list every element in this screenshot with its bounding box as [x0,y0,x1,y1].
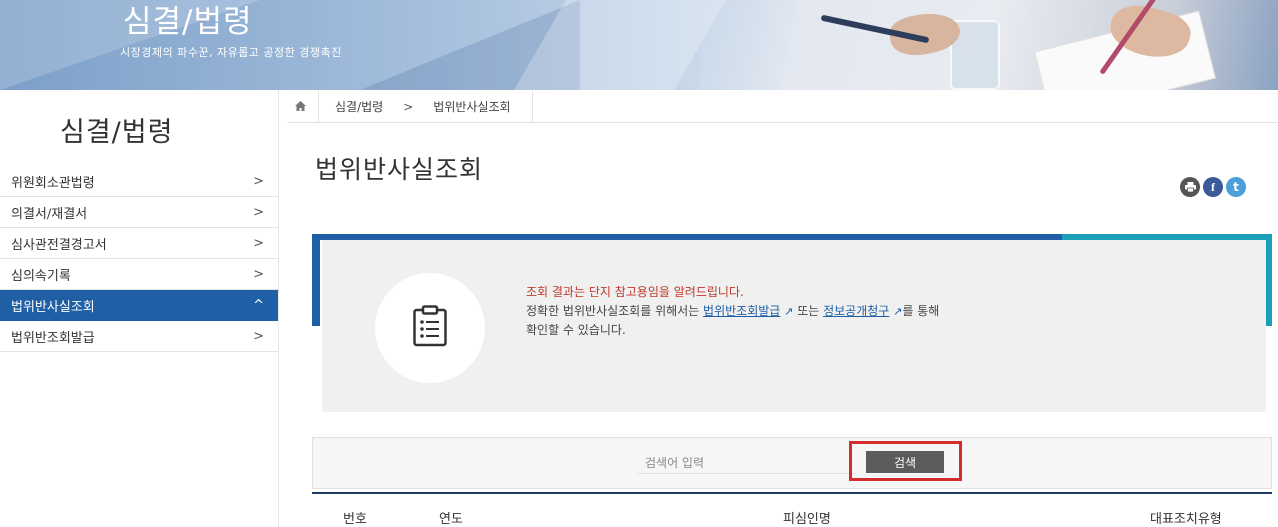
chevron-right-icon: > [253,235,264,251]
external-link-icon: ↗ [893,305,903,318]
notice-accent-bar [312,234,320,326]
breadcrumb-separator: > [403,99,414,114]
notice-text-fragment: 또는 [793,304,824,318]
breadcrumb-divider [531,90,533,123]
table-top-rule [312,492,1272,494]
breadcrumb-item[interactable]: 법위반사실조회 [417,98,526,115]
notice-instruction: 정확한 법위반사실조회를 위해서는 법위반조회발급 ↗ 또는 정보공개청구 ↗를… [526,302,939,321]
breadcrumb-item[interactable]: 심결/법령 [319,98,399,115]
print-icon[interactable] [1180,177,1200,197]
page-title: 법위반사실조회 [315,155,484,184]
sidebar-item-committee-laws[interactable]: 위원회소관법령 > [0,166,278,197]
sidebar-item-label: 심사관전결경고서 [11,237,107,253]
sidebar-divider [278,90,279,527]
sidebar-nav: 위원회소관법령 > 의결서/재결서 > 심사관전결경고서 > 심의속기록 > 법… [0,166,278,352]
violation-issuance-link[interactable]: 법위반조회발급 [703,304,780,318]
sidebar-item-label: 법위반조회발급 [11,330,95,346]
column-header-year[interactable]: 연도 [439,508,463,527]
chevron-up-icon: ^ [253,297,264,313]
external-link-icon: ↗ [784,305,794,318]
chevron-right-icon: > [253,266,264,282]
sidebar-title: 심결/법령 [60,117,174,148]
column-header-number[interactable]: 번호 [343,508,367,527]
chevron-right-icon: > [253,328,264,344]
notice-text-fragment: 정확한 법위반사실조회를 위해서는 [526,304,704,318]
search-input[interactable] [637,452,855,474]
notice-text-fragment: 를 통해 [902,304,940,318]
notice-text: 조회 결과는 단지 참고용임을 알려드립니다. 정확한 법위반사실조회를 위해서… [526,283,939,340]
twitter-icon[interactable]: t [1226,177,1246,197]
sidebar-item-label: 법위반사실조회 [11,299,95,315]
banner-subtitle: 시장경제의 파수꾼, 자유롭고 공정한 경쟁촉진 [120,46,342,59]
notice-instruction: 확인할 수 있습니다. [526,323,626,337]
sidebar-item-violation-issuance[interactable]: 법위반조회발급 > [0,321,278,352]
sidebar-item-violation-lookup[interactable]: 법위반사실조회 ^ [0,290,278,321]
chevron-right-icon: > [253,204,264,220]
notice-accent-bar [1266,234,1272,326]
column-header-action-type[interactable]: 대표조치유형 [1150,508,1222,527]
sidebar-item-label: 위원회소관법령 [11,175,95,191]
notice-icon-circle [375,273,485,383]
breadcrumb: 심결/법령 > 법위반사실조회 [287,90,1278,123]
banner-title: 심결/법령 [123,4,253,40]
chevron-right-icon: > [253,173,264,189]
notice-warning: 조회 결과는 단지 참고용임을 알려드립니다. [526,285,744,299]
sidebar-item-transcripts[interactable]: 심의속기록 > [0,259,278,290]
search-button[interactable]: 검색 [866,451,944,473]
top-banner: 심결/법령 시장경제의 파수꾼, 자유롭고 공정한 경쟁촉진 [0,0,1278,90]
facebook-icon[interactable]: f [1203,177,1223,197]
sidebar-item-warnings[interactable]: 심사관전결경고서 > [0,228,278,259]
sidebar-item-decisions[interactable]: 의결서/재결서 > [0,197,278,228]
clipboard-icon [413,305,447,351]
home-icon[interactable] [287,100,313,114]
info-disclosure-link[interactable]: 정보공개청구 [823,304,889,318]
column-header-respondent[interactable]: 피심인명 [783,508,831,527]
sidebar-item-label: 심의속기록 [11,268,71,284]
sidebar-item-label: 의결서/재결서 [11,206,88,222]
